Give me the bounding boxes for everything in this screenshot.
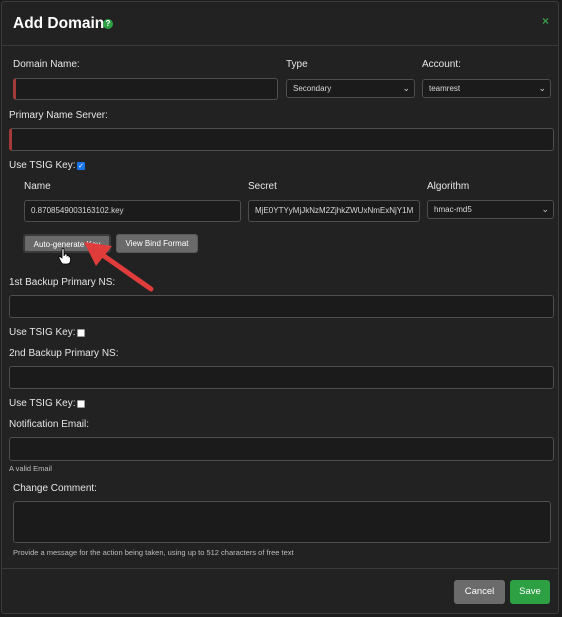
notification-email-hint: A valid Email	[9, 464, 52, 473]
tsig-secret-label: Secret	[248, 181, 277, 192]
chevron-down-icon: ⌄	[402, 83, 410, 93]
backup2-ns-input[interactable]	[9, 366, 554, 389]
domain-name-label: Domain Name:	[13, 59, 80, 70]
backup1-ns-label: 1st Backup Primary NS:	[9, 277, 116, 288]
tsig-name-label: Name	[24, 181, 51, 192]
backup2-tsig-checkbox[interactable]	[77, 400, 85, 408]
algorithm-selected-value: hmac-md5	[434, 205, 472, 214]
hand-cursor-icon	[58, 248, 71, 265]
account-selected-value: teamrest	[429, 84, 461, 93]
save-button[interactable]: Save	[510, 580, 550, 604]
notification-email-label: Notification Email:	[9, 419, 90, 430]
chevron-down-icon: ⌄	[538, 83, 546, 93]
type-select[interactable]: Secondary ⌄	[286, 79, 415, 98]
use-tsig-checkbox[interactable]: ✓	[77, 162, 85, 170]
modal-header: Add Domain ? ×	[2, 2, 558, 46]
cancel-button[interactable]: Cancel	[454, 580, 505, 604]
tsig-algorithm-select[interactable]: hmac-md5 ⌄	[427, 200, 554, 219]
change-comment-textarea[interactable]	[13, 501, 551, 543]
use-tsig-label: Use TSIG Key:	[9, 160, 76, 171]
backup2-ns-label: 2nd Backup Primary NS:	[9, 348, 119, 359]
change-comment-label: Change Comment:	[13, 483, 97, 494]
backup1-tsig-label: Use TSIG Key:	[9, 327, 76, 338]
primary-ns-input[interactable]	[9, 128, 554, 151]
notification-email-input[interactable]	[9, 437, 554, 461]
add-domain-modal: Add Domain ? × Domain Name: Type Seconda…	[1, 1, 559, 614]
account-label: Account:	[422, 59, 461, 70]
modal-title: Add Domain	[13, 15, 105, 32]
primary-ns-label: Primary Name Server:	[9, 110, 108, 121]
backup1-ns-input[interactable]	[9, 295, 554, 318]
checkmark-icon: ✓	[78, 163, 84, 170]
type-label: Type	[286, 59, 308, 70]
footer-divider	[2, 568, 558, 569]
tsig-secret-input[interactable]: MjE0YTYyMjJkNzM2ZjhkZWUxNmExNjY1M	[248, 200, 420, 222]
tsig-algorithm-label: Algorithm	[427, 181, 470, 192]
backup2-tsig-label: Use TSIG Key:	[9, 398, 76, 409]
domain-name-input[interactable]	[13, 78, 278, 100]
change-comment-hint: Provide a message for the action being t…	[13, 548, 294, 557]
tsig-name-input[interactable]: 0.8708549003163102.key	[24, 200, 241, 222]
type-selected-value: Secondary	[293, 84, 332, 93]
help-icon[interactable]: ?	[103, 19, 113, 29]
account-select[interactable]: teamrest ⌄	[422, 79, 551, 98]
close-icon[interactable]: ×	[542, 14, 549, 28]
chevron-down-icon: ⌄	[541, 204, 549, 214]
backup1-tsig-checkbox[interactable]	[77, 329, 85, 337]
